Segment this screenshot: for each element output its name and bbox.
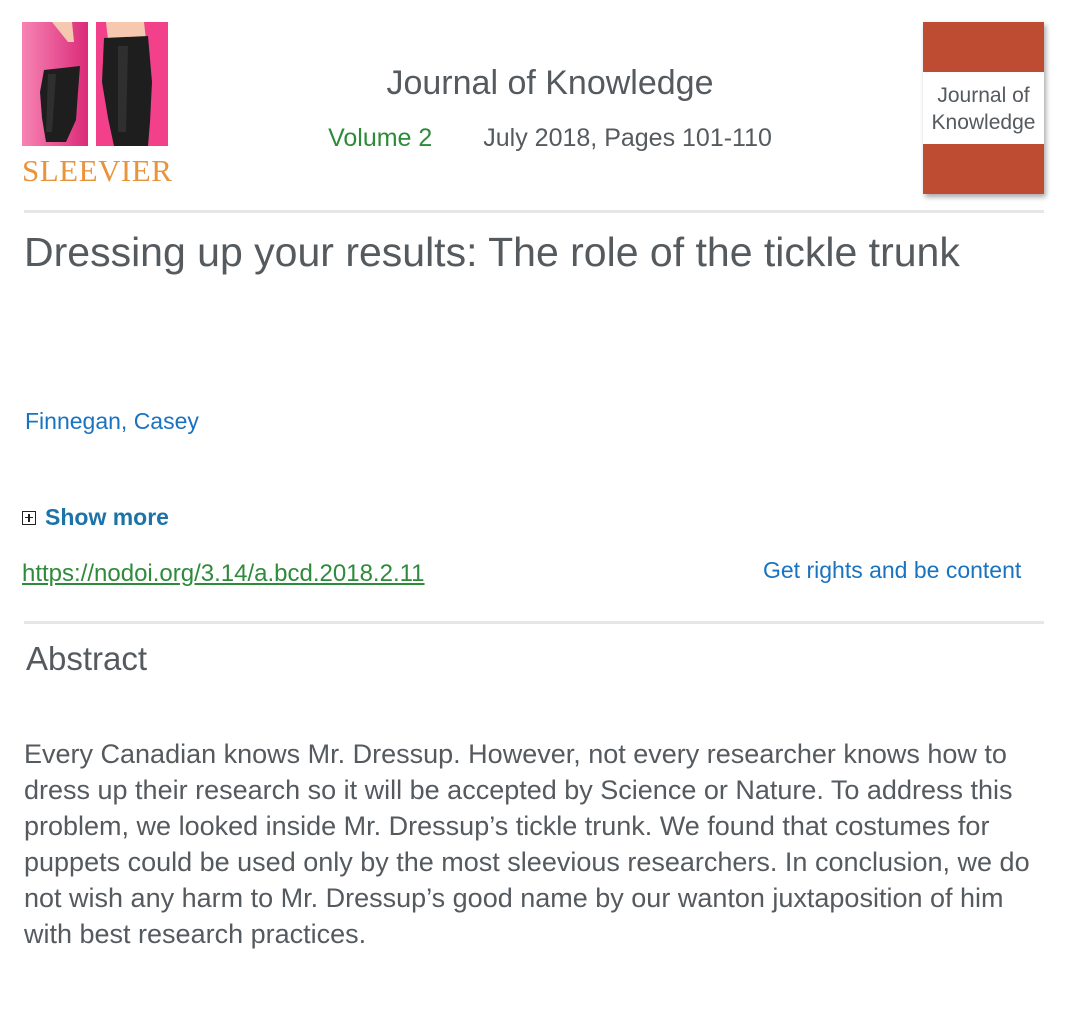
divider bbox=[24, 210, 1044, 213]
cover-band-bottom bbox=[923, 144, 1044, 194]
abstract-heading: Abstract bbox=[26, 640, 148, 677]
journal-cover[interactable]: Journal of Knowledge bbox=[923, 22, 1044, 194]
cover-band-top bbox=[923, 22, 1044, 72]
show-more-toggle[interactable]: Show more bbox=[22, 504, 169, 531]
expand-plus-icon bbox=[22, 510, 36, 525]
publisher-name: SLEEVIER bbox=[22, 153, 173, 188]
sleeve-photo bbox=[22, 22, 168, 146]
rights-link[interactable]: Get rights and be content bbox=[763, 557, 1021, 584]
journal-header: Journal of Knowledge Volume 2 July 2018,… bbox=[230, 64, 870, 153]
divider bbox=[24, 621, 1044, 624]
doi-link[interactable]: https://nodoi.org/3.14/a.bcd.2018.2.11 bbox=[22, 560, 425, 588]
issue-info: Volume 2 July 2018, Pages 101-110 bbox=[230, 124, 870, 153]
publisher-logo[interactable]: SLEEVIER bbox=[22, 22, 190, 192]
abstract-text: Every Canadian knows Mr. Dressup. Howeve… bbox=[24, 739, 1030, 949]
issue-date: July 2018, Pages 101-110 bbox=[483, 124, 772, 153]
author-link[interactable]: Finnegan, Casey bbox=[25, 408, 199, 435]
cover-title: Journal of Knowledge bbox=[931, 84, 1036, 134]
volume-link[interactable]: Volume 2 bbox=[328, 124, 432, 152]
article-title: Dressing up your results: The role of th… bbox=[24, 229, 960, 275]
journal-title[interactable]: Journal of Knowledge bbox=[230, 64, 870, 103]
show-more-label: Show more bbox=[45, 504, 169, 530]
